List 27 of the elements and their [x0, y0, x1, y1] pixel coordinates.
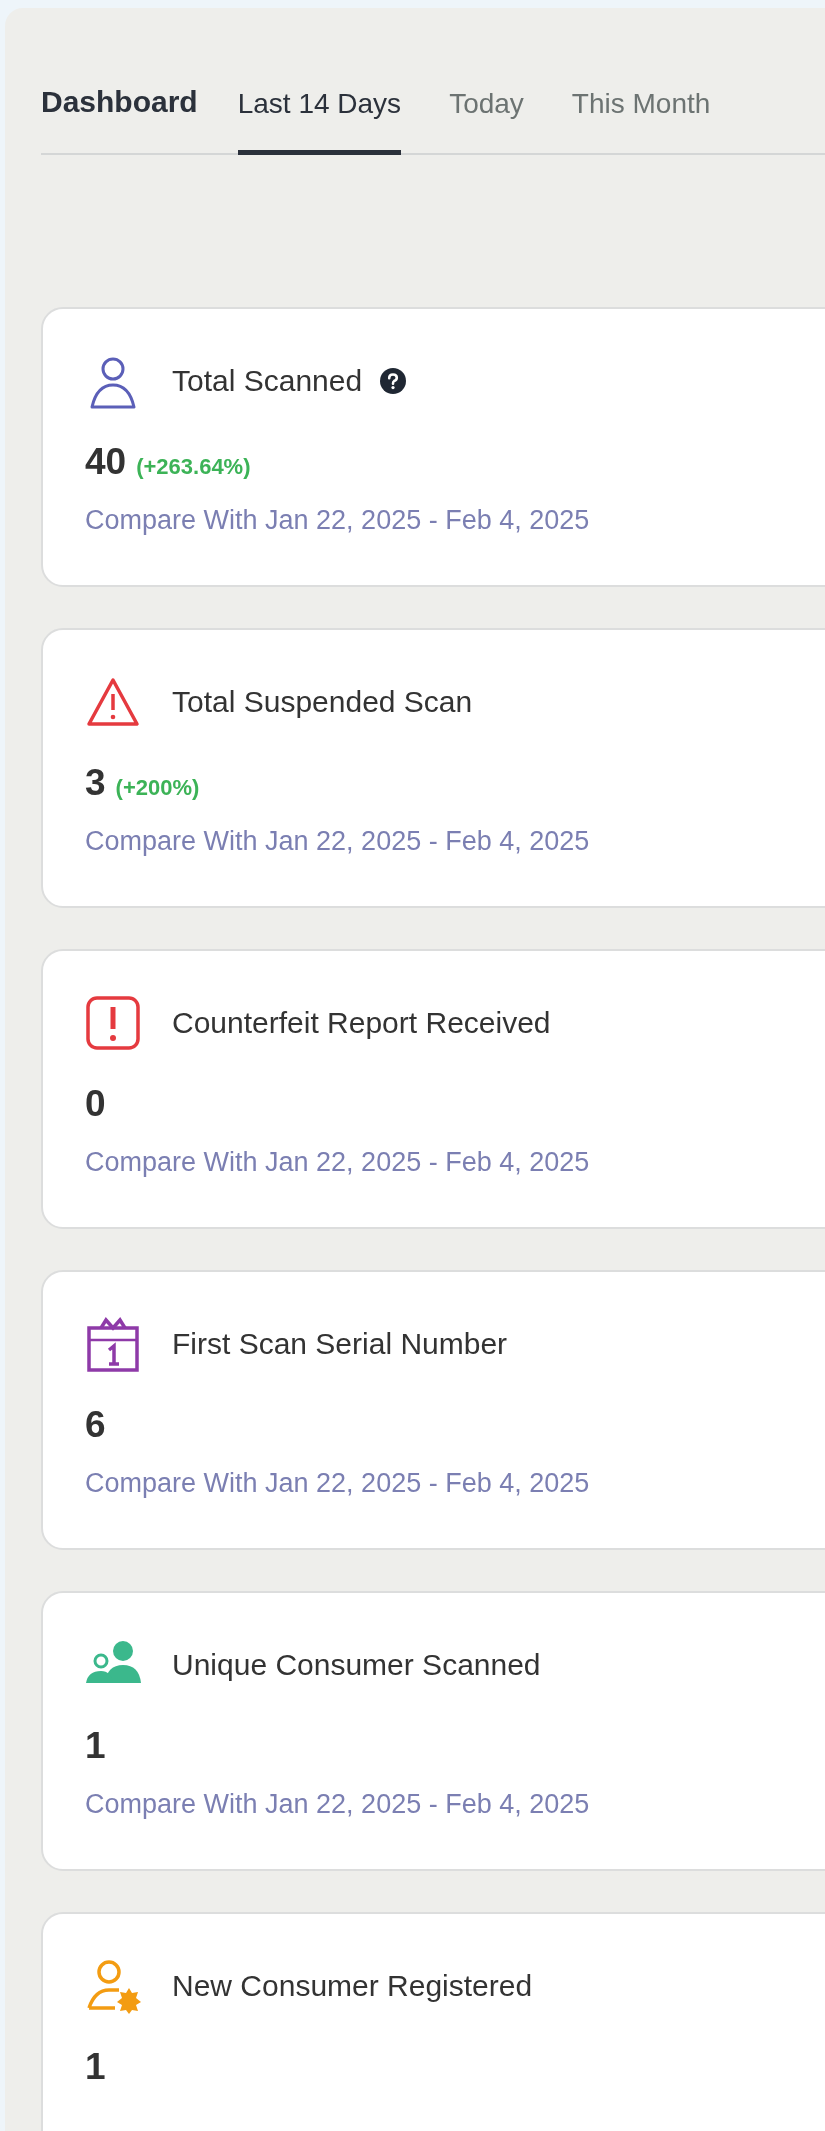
- calendar-icon: [85, 1316, 141, 1372]
- card-title: First Scan Serial Number: [172, 1327, 508, 1361]
- stat-value: 1: [85, 1725, 106, 1767]
- card-title: New Consumer Registered: [172, 1969, 533, 2003]
- stat-value: 40: [85, 441, 127, 483]
- card-title: Total Scanned: [172, 364, 363, 398]
- compare-period-text: Compare With Jan 22, 2025 - Feb 4, 2025: [85, 505, 591, 536]
- stat-value: 0: [85, 1083, 106, 1125]
- stat-value: 6: [85, 1404, 106, 1446]
- stat-value: 1: [85, 2046, 106, 2088]
- stat-value: 3: [85, 762, 106, 804]
- card-title: Total Suspended Scan: [172, 685, 473, 719]
- period-tab[interactable]: Today: [449, 88, 524, 155]
- person-with-badge-icon: [85, 1958, 141, 2014]
- period-tab[interactable]: This Month: [571, 88, 711, 155]
- compare-period-text: Compare With Jan 22, 2025 - Feb 4, 2025: [85, 826, 591, 857]
- period-tab[interactable]: Last 14 Days: [237, 88, 402, 155]
- compare-period-text: Compare With Jan 22, 2025 - Feb 4, 2025: [85, 1147, 591, 1178]
- compare-period-text: Compare With Jan 22, 2025 - Feb 4, 2025: [85, 1468, 591, 1499]
- help-icon[interactable]: [380, 368, 407, 394]
- change-percent: (+263.64%): [136, 454, 251, 480]
- change-percent: (+200%): [115, 775, 200, 801]
- card-title: Unique Consumer Scanned: [172, 1648, 541, 1682]
- card-title: Counterfeit Report Received: [172, 1006, 551, 1040]
- compare-period-text: Compare With Jan 22, 2025 - Feb 4, 2025: [85, 1789, 591, 1820]
- exclamation-box-icon: [85, 995, 141, 1051]
- page-title: Dashboard: [41, 85, 198, 120]
